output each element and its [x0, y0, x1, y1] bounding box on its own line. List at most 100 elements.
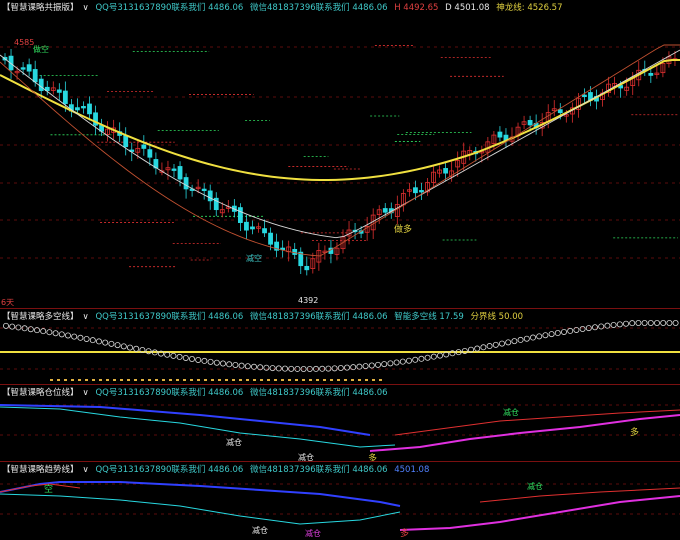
- indicator-dot: [325, 365, 332, 372]
- trend-panel[interactable]: 【智慧课略趋势线】 ∨ QQ号3131637890联系我们 4486.06 微信4…: [0, 461, 680, 540]
- more-label: 多: [630, 428, 640, 438]
- position-chart[interactable]: [0, 385, 680, 462]
- indicator-dot: [356, 363, 363, 370]
- indicator-dot: [9, 323, 16, 330]
- bar-marker: [99, 379, 102, 381]
- long-short-chart[interactable]: [0, 309, 680, 385]
- trend-red-line: [0, 483, 81, 493]
- indicator-dot: [623, 320, 630, 327]
- indicator-dot: [654, 319, 661, 326]
- bar-marker: [155, 379, 158, 381]
- indicator-dot: [263, 364, 270, 371]
- indicator-dot: [542, 332, 549, 339]
- candle-body: [141, 144, 147, 149]
- bar-marker: [330, 379, 333, 381]
- indicator-dot: [554, 330, 561, 337]
- low-price-mark: 4392: [298, 296, 319, 305]
- indicator-dot: [281, 365, 288, 372]
- main-chart-panel[interactable]: 【智慧课略共振版】 ∨ QQ号3131637890联系我们 4486.06 微信4…: [0, 0, 680, 308]
- indicator-dot: [120, 343, 127, 350]
- candle-body: [38, 78, 44, 92]
- indicator-dot: [641, 319, 648, 326]
- candle-body: [268, 232, 273, 245]
- bar-marker: [113, 379, 116, 381]
- indicator-dot: [666, 319, 673, 326]
- bar-marker: [127, 379, 130, 381]
- bar-marker: [211, 379, 214, 381]
- indicator-dot: [412, 356, 419, 363]
- sell-signal-label: 做空: [33, 45, 49, 54]
- position-blue-line: [0, 404, 371, 436]
- reduce-label: 减仓: [527, 482, 543, 491]
- candle-body: [147, 149, 153, 158]
- more-label: 多: [400, 529, 410, 539]
- trend-chart[interactable]: [0, 462, 680, 540]
- indicator-dot: [672, 319, 679, 326]
- indicator-dot: [436, 352, 443, 359]
- bar-marker: [274, 379, 277, 381]
- candle-body: [582, 94, 587, 97]
- indicator-dot: [368, 362, 375, 369]
- candle-body: [648, 72, 654, 76]
- candle-body: [419, 190, 424, 193]
- reduce-label: 减仓: [252, 526, 268, 535]
- bar-marker: [148, 379, 151, 381]
- candle-body: [244, 221, 249, 231]
- empty-label: 空: [44, 485, 54, 495]
- indicator-dot: [517, 336, 524, 343]
- indicator-dot: [176, 353, 183, 360]
- indicator-dot: [337, 365, 344, 372]
- indicator-dot: [536, 333, 543, 340]
- indicator-dot: [647, 319, 654, 326]
- indicator-dot: [226, 361, 233, 368]
- indicator-dot: [511, 338, 518, 345]
- indicator-dot: [424, 354, 431, 361]
- high-price-mark: 4585: [14, 38, 35, 47]
- candle-body: [207, 190, 213, 202]
- candlestick-chart[interactable]: [0, 0, 680, 308]
- indicator-dot: [362, 363, 369, 370]
- indicator-dot: [15, 324, 22, 331]
- candle-body: [26, 64, 32, 72]
- indicator-dot: [331, 365, 338, 372]
- indicator-dot: [523, 335, 530, 342]
- bar-marker: [57, 379, 60, 381]
- indicator-dot: [387, 360, 394, 367]
- candle-body: [237, 207, 243, 223]
- candle-body: [413, 187, 418, 194]
- indicator-dot: [561, 328, 568, 335]
- indicator-dot: [213, 359, 220, 366]
- bar-marker: [260, 379, 263, 381]
- position-panel[interactable]: 【智慧课略仓位线】 ∨ QQ号3131637890联系我们 4486.06 微信4…: [0, 384, 680, 464]
- bar-marker: [351, 379, 354, 381]
- ma-white-line: [0, 49, 680, 239]
- indicator-dot: [592, 324, 599, 331]
- indicator-dot: [207, 358, 214, 365]
- bar-marker: [176, 379, 179, 381]
- long-short-panel[interactable]: 【智慧课略多空线】 ∨ QQ号3131637890联系我们 4486.06 微信4…: [0, 308, 680, 385]
- bar-marker: [302, 379, 305, 381]
- indicator-dot: [492, 341, 499, 348]
- indicator-dot: [629, 320, 636, 327]
- position-cyan-line: [0, 406, 396, 448]
- indicator-dot: [269, 365, 276, 372]
- bar-marker: [134, 379, 137, 381]
- indicator-dot: [505, 339, 512, 346]
- bar-marker: [239, 379, 242, 381]
- bar-marker: [169, 379, 172, 381]
- indicator-dot: [170, 352, 177, 359]
- indicator-dot: [238, 362, 245, 369]
- reduce-short-label: 减空: [246, 254, 262, 263]
- indicator-dot: [182, 354, 189, 361]
- bar-marker: [344, 379, 347, 381]
- bar-marker: [204, 379, 207, 381]
- indicator-dot: [96, 338, 103, 345]
- bar-marker: [190, 379, 193, 381]
- bar-marker: [288, 379, 291, 381]
- indicator-dot: [604, 322, 611, 329]
- indicator-dot: [244, 363, 251, 370]
- candle-body: [171, 168, 177, 171]
- bar-marker: [372, 379, 375, 381]
- indicator-dot: [40, 328, 47, 335]
- bar-marker: [246, 379, 249, 381]
